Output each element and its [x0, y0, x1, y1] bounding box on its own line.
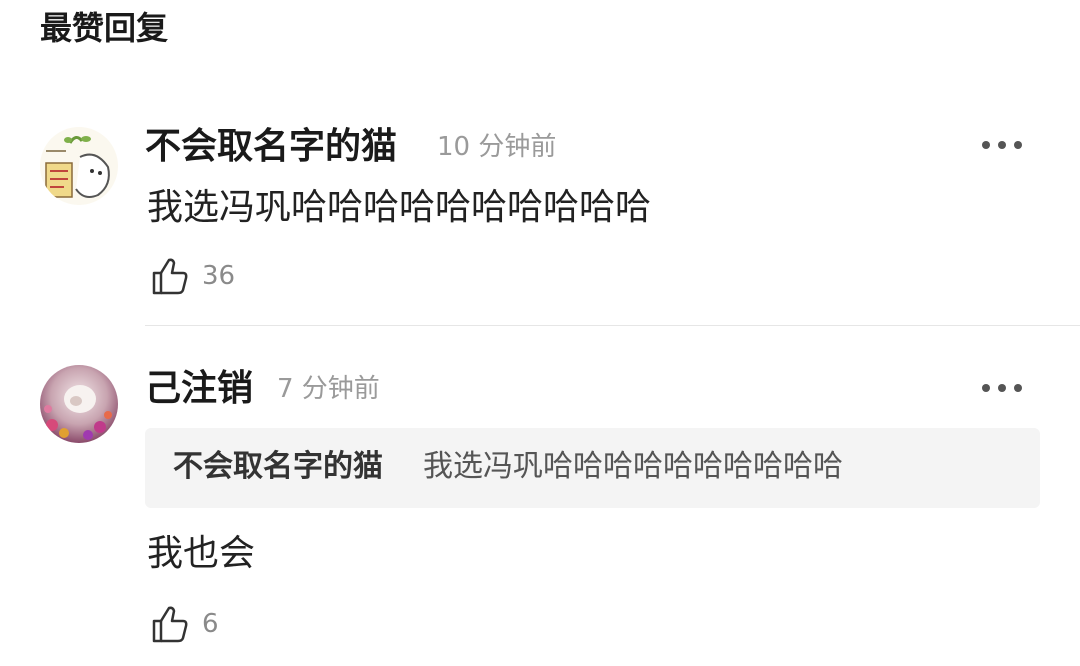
dot-icon: [1014, 141, 1022, 149]
sprout-sticker-avatar-icon: [40, 127, 118, 205]
quoted-text: 我选冯巩哈哈哈哈哈哈哈哈哈哈: [423, 449, 843, 484]
timestamp: 10 分钟前: [437, 132, 557, 162]
username[interactable]: 不会取名字的猫: [145, 125, 397, 169]
like-count: 6: [202, 609, 219, 639]
dot-icon: [982, 384, 990, 392]
thumbs-up-icon: [152, 258, 188, 295]
like-count: 36: [202, 261, 236, 291]
comment-text: 我选冯巩哈哈哈哈哈哈哈哈哈哈: [147, 187, 652, 228]
username[interactable]: 己注销: [145, 367, 253, 411]
divider: [145, 325, 1080, 326]
timestamp: 7 分钟前: [277, 374, 380, 404]
comment-text: 我也会: [147, 533, 256, 574]
dot-icon: [998, 141, 1006, 149]
comments-page: 最赞回复 不会取名字的猫 10 分钟前 我选冯巩哈哈哈哈哈哈哈哈哈哈 36 己注…: [0, 0, 1080, 666]
dot-icon: [982, 141, 990, 149]
quoted-username[interactable]: 不会取名字的猫: [173, 447, 383, 487]
like-button[interactable]: 6: [150, 604, 219, 644]
dot-icon: [998, 384, 1006, 392]
avatar[interactable]: [40, 365, 118, 443]
like-button[interactable]: 36: [150, 256, 235, 296]
more-options-button[interactable]: [982, 135, 1022, 155]
section-title: 最赞回复: [40, 9, 169, 47]
dot-icon: [1014, 384, 1022, 392]
thumbs-up-icon: [152, 606, 188, 643]
floral-photo-avatar-icon: [40, 365, 118, 443]
quoted-reply[interactable]: 不会取名字的猫 我选冯巩哈哈哈哈哈哈哈哈哈哈: [145, 428, 1040, 508]
avatar[interactable]: [40, 127, 118, 205]
more-options-button[interactable]: [982, 378, 1022, 398]
